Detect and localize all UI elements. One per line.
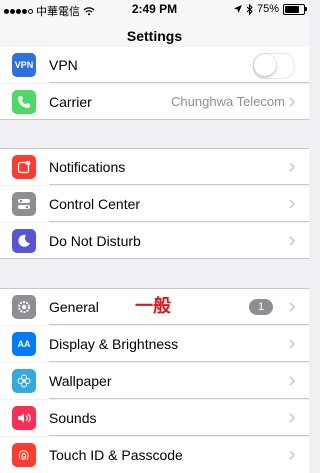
row-divider	[49, 221, 309, 222]
row-label-touch-id: Touch ID & Passcode	[49, 447, 183, 463]
notifications-icon	[12, 155, 36, 179]
row-divider	[49, 398, 309, 399]
row-label-sounds: Sounds	[49, 410, 97, 426]
chevron-right-icon	[289, 302, 296, 312]
location-arrow-icon	[233, 5, 242, 13]
annotation-label: 一般	[135, 296, 171, 317]
battery-icon	[283, 3, 307, 15]
update-badge: 1	[249, 299, 273, 315]
row-label-do-not-disturb: Do Not Disturb	[49, 233, 141, 249]
vpn-icon-text: VPN	[14, 60, 34, 70]
row-label-control-center: Control Center	[49, 196, 141, 212]
page-title: Settings	[126, 28, 183, 44]
settings-row-vpn[interactable]: VPN VPN	[0, 47, 309, 83]
row-divider	[49, 361, 309, 362]
display-brightness-icon: AA	[12, 332, 36, 356]
vpn-icon: VPN	[12, 53, 36, 77]
moon-icon	[12, 229, 36, 253]
row-divider	[49, 184, 309, 185]
control-center-icon	[12, 192, 36, 216]
row-divider	[49, 324, 309, 325]
gear-icon	[12, 295, 36, 319]
chevron-right-icon	[289, 450, 296, 460]
phone-icon	[12, 90, 36, 114]
row-divider	[0, 258, 309, 259]
carrier-detail: Chunghwa Telecom	[171, 94, 285, 109]
settings-row-touch-id[interactable]: Touch ID & Passcode	[0, 437, 309, 473]
settings-row-display-brightness[interactable]: AA Display & Brightness	[0, 326, 309, 362]
row-label-wallpaper: Wallpaper	[49, 373, 112, 389]
row-divider	[49, 82, 309, 83]
bluetooth-icon	[246, 3, 253, 15]
row-label-notifications: Notifications	[49, 159, 126, 175]
chevron-right-icon	[289, 236, 296, 246]
settings-row-do-not-disturb[interactable]: Do Not Disturb	[0, 223, 309, 259]
row-label-vpn: VPN	[49, 57, 78, 73]
battery-fill	[285, 5, 299, 13]
settings-row-control-center[interactable]: Control Center	[0, 186, 309, 222]
vpn-toggle[interactable]	[253, 53, 295, 79]
chevron-right-icon	[289, 339, 296, 349]
wallpaper-flower-icon	[12, 369, 36, 393]
settings-row-carrier[interactable]: Carrier Chunghwa Telecom	[0, 84, 309, 120]
vpn-toggle-knob[interactable]	[254, 54, 276, 76]
row-divider	[49, 435, 309, 436]
chevron-right-icon	[289, 162, 296, 172]
row-divider	[0, 119, 309, 120]
speaker-icon	[12, 406, 36, 430]
chevron-right-icon	[289, 413, 296, 423]
settings-row-sounds[interactable]: Sounds	[0, 400, 309, 436]
row-label-display-brightness: Display & Brightness	[49, 336, 179, 352]
status-bar: 中華電信 2:49 PM 75%	[0, 0, 309, 20]
display-icon-text: AA	[17, 339, 31, 349]
settings-row-notifications[interactable]: Notifications	[0, 149, 309, 185]
status-bar-right: 75%	[233, 3, 307, 15]
settings-row-wallpaper[interactable]: Wallpaper	[0, 363, 309, 399]
chevron-right-icon	[289, 376, 296, 386]
chevron-right-icon	[289, 199, 296, 209]
chevron-right-icon	[289, 97, 296, 107]
row-label-general: General	[49, 299, 99, 315]
row-label-carrier: Carrier	[49, 94, 92, 110]
battery-percent: 75%	[256, 3, 279, 15]
fingerprint-icon	[12, 443, 36, 467]
